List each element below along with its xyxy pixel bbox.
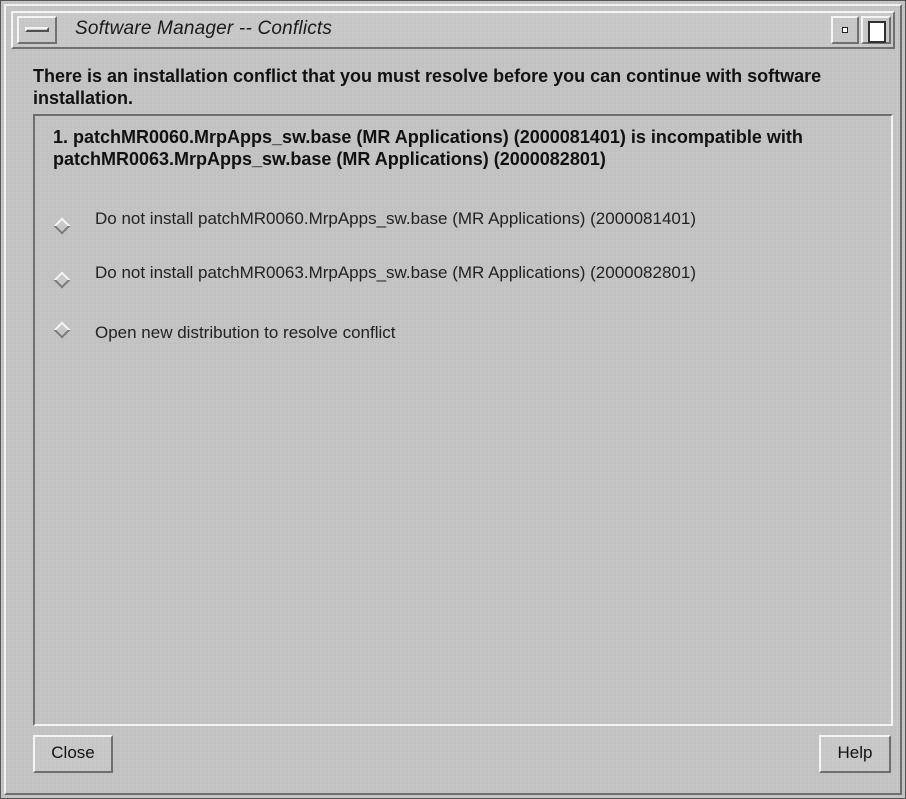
option-open-distribution[interactable]: Open new distribution to resolve conflic… xyxy=(51,321,851,370)
radio-diamond-icon[interactable] xyxy=(53,217,71,235)
conflict-title: 1. patchMR0060.MrpApps_sw.base (MR Appli… xyxy=(53,127,803,169)
help-button[interactable]: Help xyxy=(819,735,891,773)
window-menu-icon xyxy=(25,27,49,32)
close-button[interactable]: Close xyxy=(33,735,113,773)
radio-diamond-icon[interactable] xyxy=(53,271,71,289)
radio-diamond-icon[interactable] xyxy=(53,321,71,339)
window-menu-button[interactable] xyxy=(17,16,57,44)
minimize-icon xyxy=(842,27,848,33)
option-label: Open new distribution to resolve conflic… xyxy=(95,323,396,342)
conflicts-window: Software Manager -- Conflicts There is a… xyxy=(0,0,906,799)
option-skip-patch-0063[interactable]: Do not install patchMR0063.MrpApps_sw.ba… xyxy=(51,262,851,310)
option-label: Do not install patchMR0060.MrpApps_sw.ba… xyxy=(95,209,696,228)
option-skip-patch-0060[interactable]: Do not install patchMR0060.MrpApps_sw.ba… xyxy=(51,208,851,256)
maximize-button[interactable] xyxy=(861,16,891,44)
minimize-button[interactable] xyxy=(831,16,859,44)
title-bar[interactable]: Software Manager -- Conflicts xyxy=(11,11,895,49)
conflict-panel: 1. patchMR0060.MrpApps_sw.base (MR Appli… xyxy=(33,114,893,726)
maximize-icon xyxy=(868,21,886,43)
window-title: Software Manager -- Conflicts xyxy=(75,18,333,39)
conflict-message: There is an installation conflict that y… xyxy=(33,66,822,108)
option-label: Do not install patchMR0063.MrpApps_sw.ba… xyxy=(95,263,696,282)
